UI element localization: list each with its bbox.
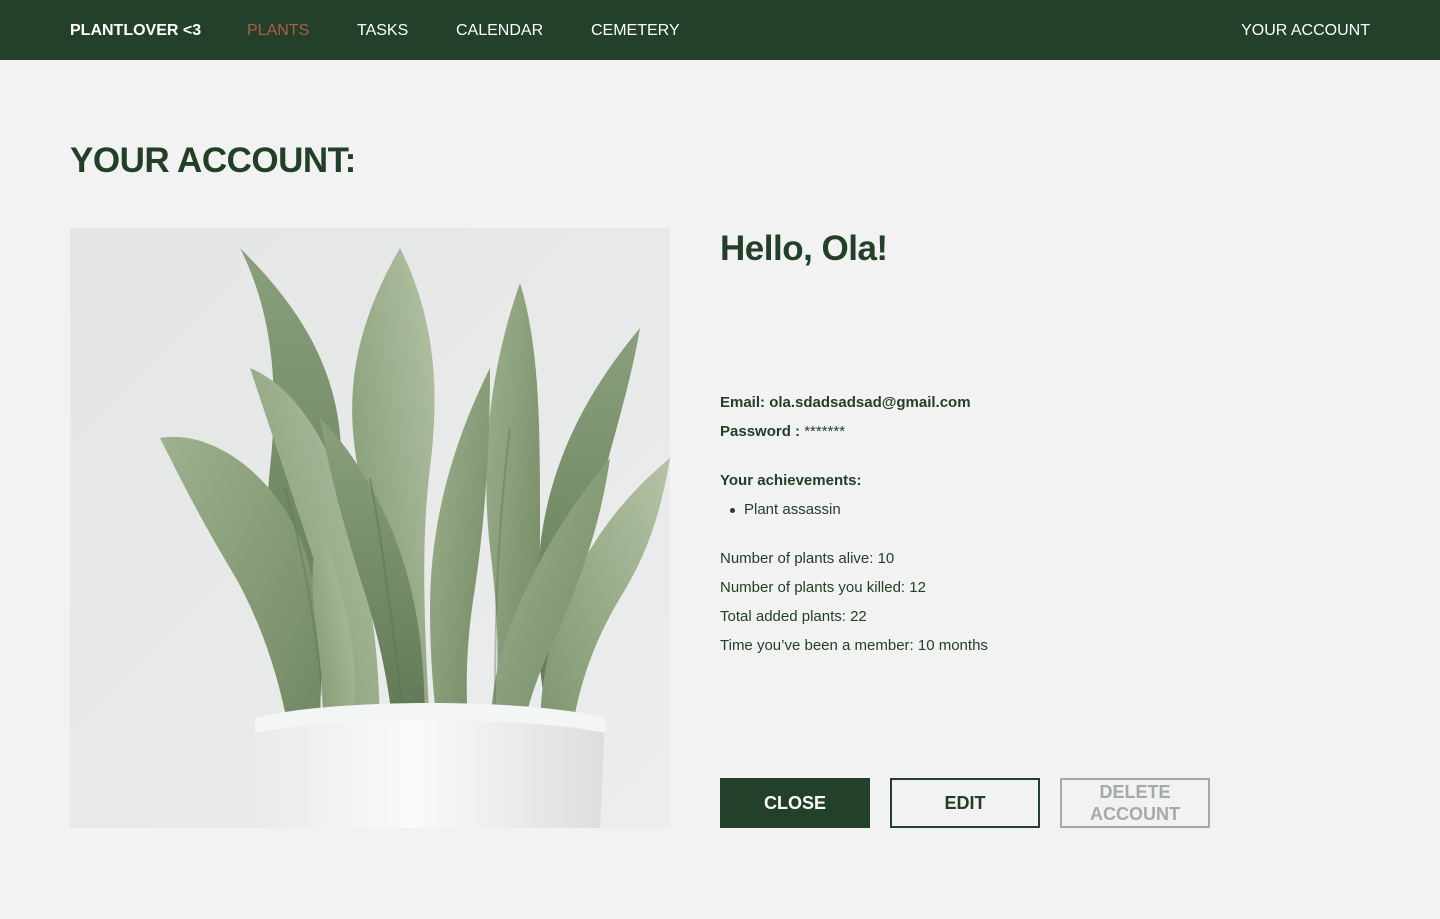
top-navbar: PLANTLOVER <3 PLANTS TASKS CALENDAR CEME… [0, 0, 1440, 60]
email-label: Email: [720, 394, 766, 411]
plant-photo [70, 228, 670, 828]
page-title: YOUR ACCOUNT: [70, 141, 356, 180]
stat-plants-alive: Number of plants alive: 10 [720, 550, 895, 567]
nav-tasks[interactable]: TASKS [357, 0, 408, 60]
stat-total-plants: Total added plants: 22 [720, 608, 867, 625]
edit-button[interactable]: EDIT [890, 778, 1040, 828]
plant-stats: Number of plants alive: 10 Number of pla… [720, 548, 988, 664]
nav-cemetery[interactable]: CEMETERY [591, 0, 680, 60]
password-label: Password : [720, 423, 801, 440]
stat-member-time: Time you’ve been a member: 10 months [720, 637, 988, 654]
nav-plants[interactable]: PLANTS [247, 0, 309, 60]
achievement-item: Plant assassin [720, 499, 861, 528]
account-details: Email: ola.sdadsadsad@gmail.com Password… [720, 392, 971, 450]
achievements-list: Plant assassin [720, 499, 861, 528]
delete-account-button[interactable]: DELETE ACCOUNT [1060, 778, 1210, 828]
achievements-title: Your achievements: [720, 472, 862, 489]
brand-logo-link[interactable]: PLANTLOVER <3 [70, 0, 201, 60]
email-row: Email: ola.sdadsadsad@gmail.com [720, 392, 971, 421]
password-row: Password : ******* [720, 421, 971, 450]
password-value: ******* [804, 423, 846, 440]
close-button[interactable]: CLOSE [720, 778, 870, 828]
achievements-section: Your achievements: Plant assassin [720, 470, 861, 528]
stat-plants-killed: Number of plants you killed: 12 [720, 579, 926, 596]
email-value: ola.sdadsadsad@gmail.com [769, 394, 971, 411]
nav-your-account[interactable]: YOUR ACCOUNT [1241, 0, 1370, 60]
nav-calendar[interactable]: CALENDAR [456, 0, 543, 60]
greeting-heading: Hello, Ola! [720, 229, 888, 268]
snake-plant-image [70, 228, 670, 828]
